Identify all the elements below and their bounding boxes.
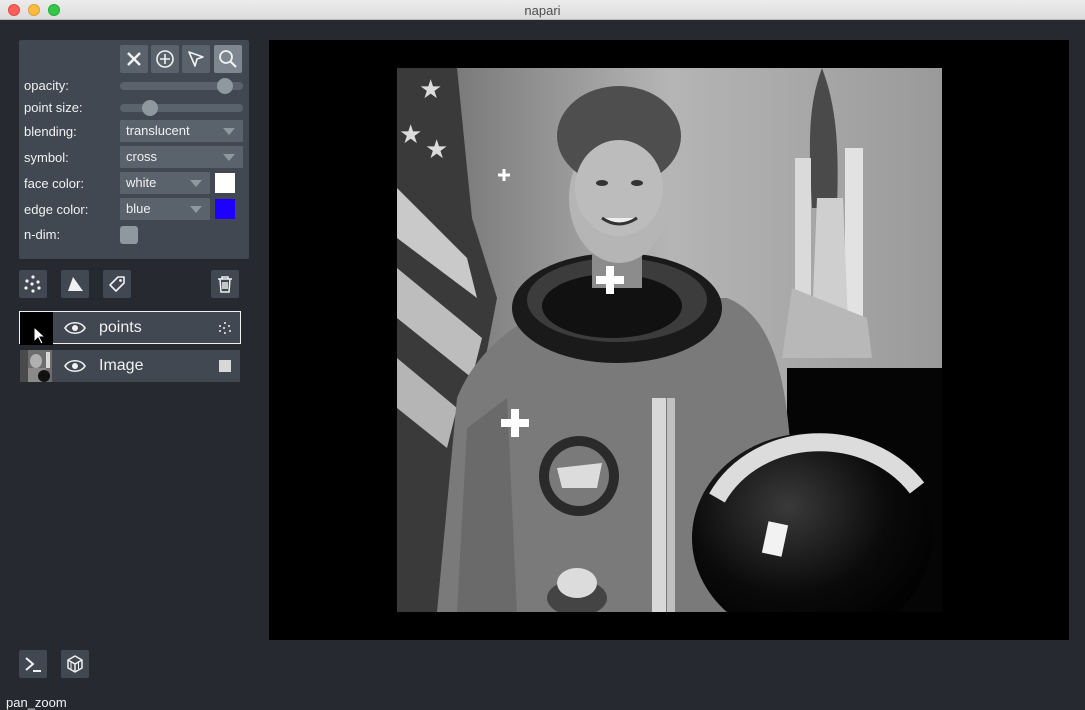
face-color-dropdown[interactable]: white — [120, 172, 210, 194]
status-bar-mode: pan_zoom — [6, 695, 67, 710]
eye-icon[interactable] — [64, 320, 86, 336]
blending-value: translucent — [126, 123, 190, 138]
chevron-down-icon — [190, 180, 202, 187]
eye-icon[interactable] — [64, 358, 86, 374]
blending-label: blending: — [24, 124, 77, 139]
opacity-label: opacity: — [24, 78, 69, 93]
image-icon — [219, 360, 231, 372]
pan-zoom-icon — [219, 50, 237, 68]
edge-color-label: edge color: — [24, 202, 89, 217]
chevron-down-icon — [190, 206, 202, 213]
layer-name[interactable]: points — [99, 319, 142, 337]
point-size-label: point size: — [24, 100, 83, 115]
title-bar: napari — [0, 0, 1085, 20]
layer-item-image[interactable]: Image — [20, 350, 240, 382]
face-color-swatch[interactable] — [215, 173, 235, 193]
viewer-canvas[interactable]: ★ ★ ★ — [269, 40, 1069, 640]
chevron-down-icon — [223, 128, 235, 135]
n-dim-checkbox[interactable] — [120, 226, 138, 244]
add-point-icon — [156, 50, 174, 68]
new-labels-layer-button[interactable] — [103, 270, 131, 298]
select-points-button[interactable] — [182, 45, 210, 73]
layer-item-points[interactable]: points — [19, 311, 241, 345]
new-labels-icon — [109, 276, 125, 292]
face-color-label: face color: — [24, 176, 84, 191]
napari-window: napari opacity: point size: blending: tr… — [0, 0, 1085, 710]
image-layer-thumbnail — [20, 350, 52, 382]
opacity-slider-handle[interactable] — [216, 78, 233, 94]
blending-dropdown[interactable]: translucent — [120, 120, 243, 142]
point-size-slider[interactable] — [120, 100, 243, 116]
points-layer-thumbnail — [20, 312, 53, 345]
select-icon — [188, 51, 204, 67]
window-title: napari — [524, 3, 561, 18]
edge-color-swatch[interactable] — [215, 199, 235, 219]
new-points-layer-button[interactable] — [19, 270, 47, 298]
svg-text:★: ★ — [399, 120, 422, 150]
layer-name[interactable]: Image — [99, 357, 143, 375]
pan-zoom-button[interactable] — [214, 45, 242, 73]
astronaut-image: ★ ★ ★ — [397, 68, 942, 612]
delete-layer-button[interactable] — [211, 270, 239, 298]
toggle-3d-button[interactable] — [61, 650, 89, 678]
symbol-label: symbol: — [24, 150, 69, 165]
new-shapes-icon — [68, 277, 83, 291]
image-thumbnail-graphic — [20, 350, 52, 382]
points-icon — [219, 322, 231, 334]
new-shapes-layer-button[interactable] — [61, 270, 89, 298]
add-points-button[interactable] — [151, 45, 179, 73]
symbol-dropdown[interactable]: cross — [120, 146, 243, 168]
opacity-slider[interactable] — [120, 78, 243, 94]
edge-color-dropdown[interactable]: blue — [120, 198, 210, 220]
cursor-icon — [33, 325, 47, 345]
svg-text:★: ★ — [425, 135, 448, 165]
3d-toggle-icon — [67, 655, 83, 673]
edge-color-value: blue — [126, 201, 151, 216]
new-points-icon — [24, 275, 41, 293]
delete-icon — [127, 52, 141, 66]
delete-selected-points-button[interactable] — [120, 45, 148, 73]
astronaut-photo-graphic: ★ ★ ★ — [397, 68, 942, 612]
console-icon — [25, 657, 41, 672]
face-color-value: white — [126, 175, 157, 190]
symbol-value: cross — [126, 149, 158, 164]
layer-controls-panel: opacity: point size: blending: transluce… — [19, 40, 249, 259]
chevron-down-icon — [223, 154, 235, 161]
point-size-slider-handle[interactable] — [141, 100, 158, 116]
n-dim-label: n-dim: — [24, 227, 61, 242]
console-button[interactable] — [19, 650, 47, 678]
svg-text:★: ★ — [419, 75, 442, 105]
delete-layer-icon — [218, 276, 232, 293]
